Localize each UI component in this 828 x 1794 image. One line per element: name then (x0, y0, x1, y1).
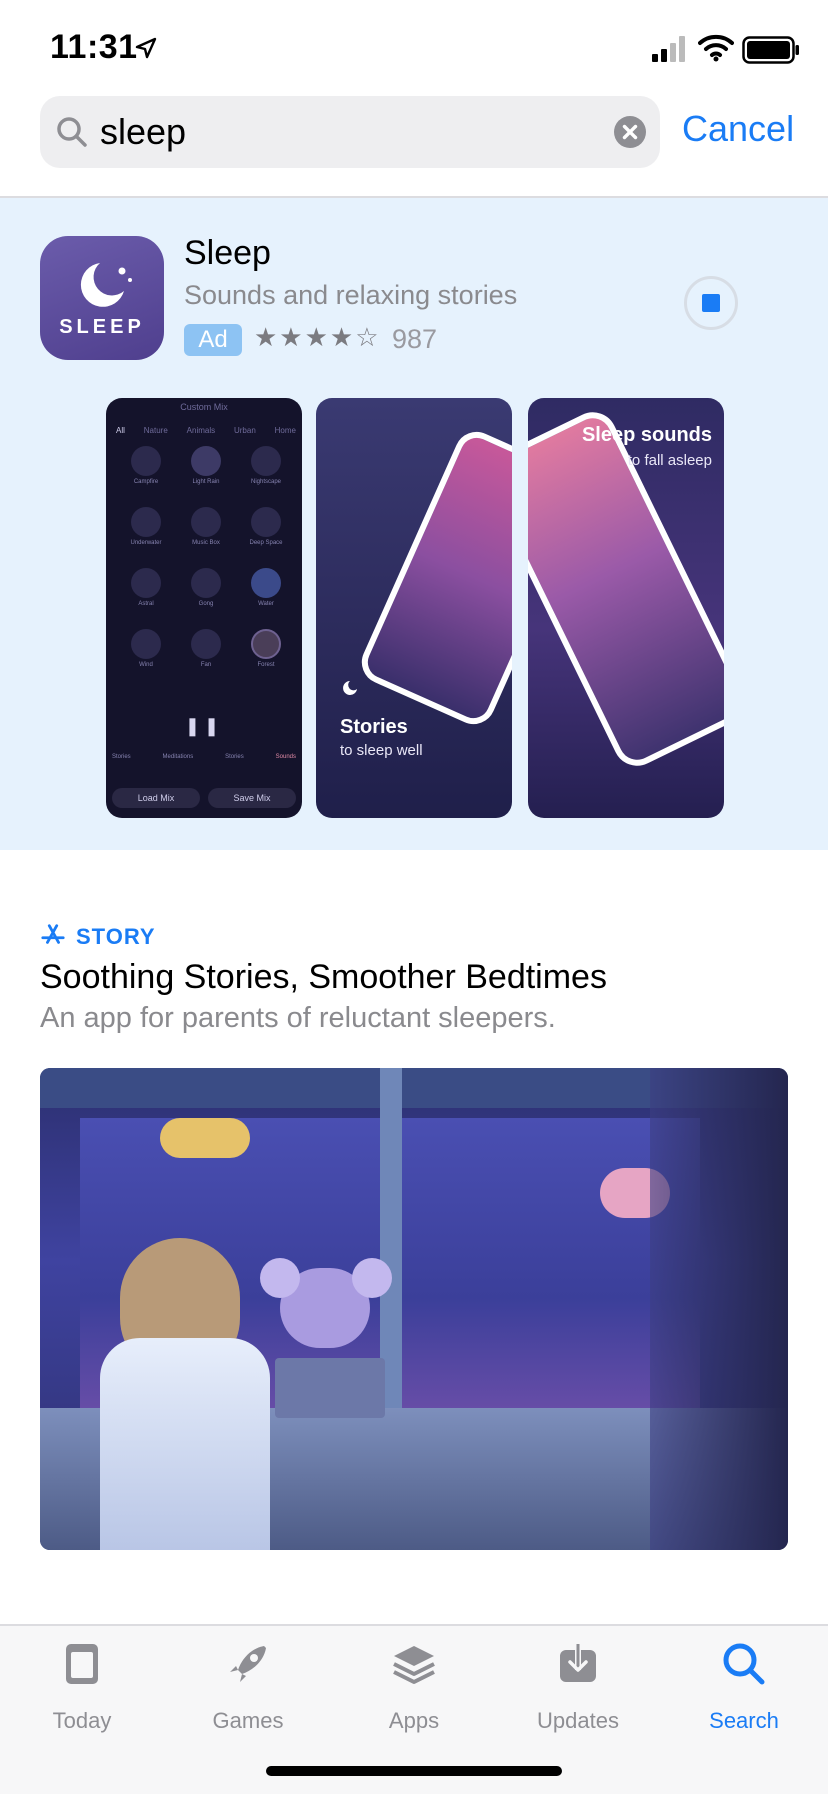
screenshot-header: Custom Mix (180, 402, 228, 412)
pause-icon: ❚❚ (184, 716, 224, 736)
search-icon (723, 1643, 765, 1685)
status-bar: 11:31 (0, 0, 828, 96)
clear-search-button[interactable] (614, 116, 646, 148)
girl-pajamas (100, 1338, 270, 1550)
cloud-shape (160, 1118, 250, 1158)
apps-stack-icon (393, 1646, 435, 1684)
sound-tile: Music Box (176, 507, 236, 546)
screenshot-title: Stories (340, 716, 408, 738)
sound-tile: Fan (176, 629, 236, 668)
tab-label: Games (212, 1708, 284, 1733)
sound-tile: Deep Space (236, 507, 296, 546)
screenshot-nav: Stories Meditations Stories Sounds (112, 754, 296, 760)
koala-ear (260, 1258, 300, 1298)
download-icon (560, 1644, 596, 1682)
download-progress-button[interactable] (684, 276, 738, 330)
app-screenshot-3[interactable]: Sleep sounds to fall asleep (528, 398, 724, 818)
screenshot-subtitle: to fall asleep (627, 452, 712, 469)
sleep-app-icon[interactable]: SLEEP (40, 236, 164, 360)
search-bar[interactable] (40, 96, 660, 168)
mix-category-tabs: All Nature Animals Urban Home (116, 426, 296, 438)
app-icon-wordmark: SLEEP (59, 316, 145, 338)
sound-tile: Underwater (116, 507, 176, 546)
moon-icon (343, 681, 357, 695)
star-rating-icon: ★★★★☆ (254, 322, 381, 352)
tab-label: Apps (388, 1708, 440, 1733)
phone-mockup (354, 424, 512, 732)
screenshot-subtitle: to sleep well (340, 742, 423, 759)
tab-games[interactable]: Games (178, 1626, 318, 1746)
tab-nature: Nature (143, 426, 168, 435)
tab-label: Search (709, 1708, 779, 1733)
sound-tile: Wind (116, 629, 176, 668)
rocket-icon (230, 1646, 266, 1682)
book-stack (275, 1358, 385, 1418)
search-input[interactable] (100, 110, 580, 154)
moon-stars-icon (80, 263, 132, 307)
screenshot-title: Sleep sounds (581, 424, 712, 446)
app-store-icon (41, 924, 65, 944)
tab-animals: Animals (186, 426, 216, 435)
sound-tile: Nightscape (236, 446, 296, 485)
app-screenshot-2[interactable]: Stories to sleep well (316, 398, 512, 818)
location-arrow-icon (135, 37, 157, 59)
home-indicator[interactable] (266, 1766, 562, 1776)
koala-ear (352, 1258, 392, 1298)
load-mix-button: Load Mix (112, 788, 200, 808)
ad-result-card[interactable]: SLEEP Sleep Sounds and relaxing stories … (0, 198, 828, 850)
sound-tile: Forest (236, 629, 296, 668)
cancel-button[interactable]: Cancel (682, 108, 794, 150)
tab-home: Home (274, 426, 296, 435)
tab-apps[interactable]: Apps (344, 1626, 484, 1746)
app-screenshot-1[interactable]: Custom Mix All Nature Animals Urban Home… (106, 398, 302, 818)
app-subtitle: Sounds and relaxing stories (184, 280, 518, 310)
stop-download-icon (702, 294, 720, 312)
tab-all: All (116, 426, 125, 435)
sound-tile: Astral (116, 568, 176, 607)
cellular-signal-icon (652, 36, 685, 62)
wifi-icon (698, 34, 734, 62)
window-mullion (380, 1068, 402, 1408)
sound-tile: Campfire (116, 446, 176, 485)
sound-tile: Light Rain (176, 446, 236, 485)
tab-label: Updates (537, 1708, 619, 1733)
tab-urban: Urban (233, 426, 256, 435)
ad-badge: Ad (184, 324, 242, 356)
tab-search[interactable]: Search (674, 1626, 814, 1746)
close-icon (622, 124, 638, 140)
curtain (650, 1068, 788, 1550)
tab-updates[interactable]: Updates (508, 1626, 648, 1746)
sound-grid: Campfire Light Rain Nightscape Underwate… (116, 446, 296, 668)
tab-label: Today (52, 1708, 112, 1733)
battery-icon (742, 36, 799, 64)
story-title[interactable]: Soothing Stories, Smoother Bedtimes (40, 958, 607, 997)
app-title[interactable]: Sleep (184, 234, 271, 273)
rating-count: 987 (392, 324, 438, 354)
tab-today[interactable]: Today (12, 1626, 152, 1746)
story-tag: STORY (76, 924, 156, 949)
status-time: 11:31 (50, 28, 138, 66)
story-hero-image[interactable] (40, 1068, 788, 1550)
search-icon (57, 117, 87, 147)
story-subtitle: An app for parents of reluctant sleepers… (40, 1002, 556, 1034)
save-mix-button: Save Mix (208, 788, 296, 808)
sound-tile: Gong (176, 568, 236, 607)
sound-tile: Water (236, 568, 296, 607)
today-icon (66, 1644, 98, 1684)
